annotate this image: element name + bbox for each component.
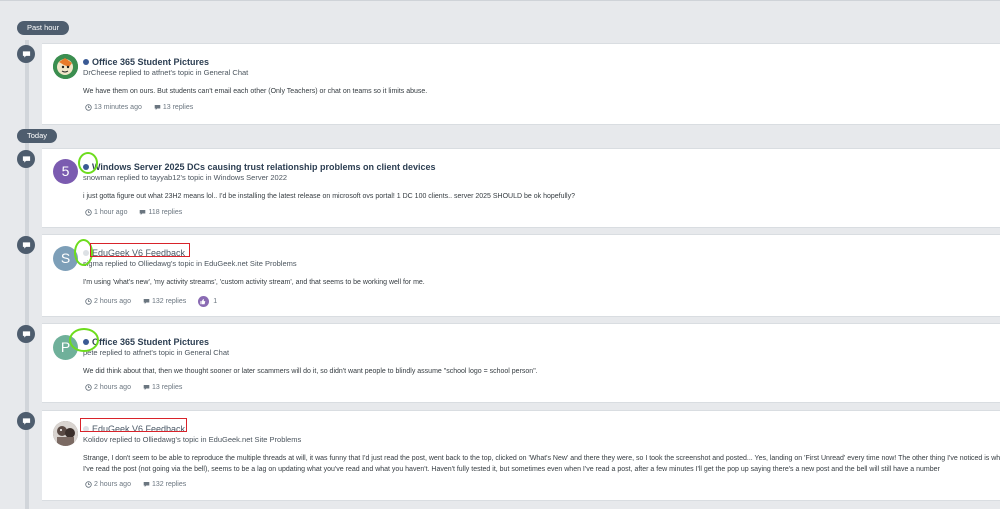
comment-icon: [143, 385, 150, 390]
annotation-green-circle: [69, 328, 99, 352]
item-title-row: Office 365 Student Pictures: [83, 336, 209, 348]
item-replies[interactable]: 132 replies: [143, 481, 186, 488]
item-excerpt: Strange, I don't seem to be able to repr…: [83, 455, 1000, 473]
annotation-red-box: [80, 418, 187, 432]
activity-item: EduGeek V6 Feedback Kolidov replied to O…: [42, 410, 1000, 501]
avatar-kolidov[interactable]: [53, 421, 78, 446]
comment-marker-icon: [17, 45, 35, 63]
item-excerpt: i just gotta figure out what 23H2 means …: [83, 193, 575, 200]
comment-icon: [140, 210, 146, 215]
item-time[interactable]: 2 hours ago: [85, 384, 131, 391]
item-replies[interactable]: 132 replies: [143, 298, 186, 305]
clock-icon: [85, 298, 92, 305]
item-replies[interactable]: 13 replies: [143, 384, 182, 391]
avatar-snowman[interactable]: 5: [53, 159, 78, 184]
avatar-drcheese[interactable]: [53, 54, 78, 79]
item-time[interactable]: 13 minutes ago: [85, 104, 142, 111]
activity-item: Office 365 Student Pictures DrCheese rep…: [42, 43, 1000, 125]
item-replies[interactable]: 13 replies: [154, 104, 193, 111]
item-excerpt: We did think about that, then we thought…: [83, 368, 538, 375]
unread-indicator-icon: [83, 59, 89, 65]
comment-marker-icon: [17, 150, 35, 168]
activity-item: S EduGeek V6 Feedback sigma replied to O…: [42, 234, 1000, 317]
item-subtitle: sigma replied to Olliedawg's topic in Ed…: [83, 259, 297, 268]
item-time[interactable]: 2 hours ago: [85, 481, 131, 488]
item-subtitle: DrCheese replied to atfnet's topic in Ge…: [83, 68, 249, 77]
item-reactions[interactable]: 1: [198, 296, 217, 307]
item-title-link[interactable]: Windows Server 2025 DCs causing trust re…: [92, 162, 436, 172]
item-stats: 2 hours ago 132 replies 1: [85, 296, 229, 307]
item-title-row: Windows Server 2025 DCs causing trust re…: [83, 161, 436, 173]
group-label-past-hour: Past hour: [17, 21, 70, 35]
item-stats: 13 minutes ago 13 replies: [85, 104, 205, 111]
item-time[interactable]: 1 hour ago: [85, 209, 127, 216]
group-label-today: Today: [17, 129, 58, 143]
clock-icon: [85, 481, 92, 488]
comment-icon: [154, 105, 161, 110]
activity-item: P Office 365 Student Pictures pete repli…: [42, 323, 1000, 403]
item-stats: 2 hours ago 132 replies: [85, 481, 198, 488]
clock-icon: [85, 384, 92, 391]
annotation-green-circle: [78, 152, 98, 174]
item-title-link[interactable]: Office 365 Student Pictures: [92, 57, 209, 67]
item-stats: 1 hour ago 118 replies: [85, 209, 194, 216]
activity-item: 5 Windows Server 2025 DCs causing trust …: [42, 148, 1000, 228]
clock-icon: [85, 209, 92, 216]
clock-icon: [85, 104, 92, 111]
item-subtitle: snowman replied to tayyab12's topic in W…: [83, 173, 288, 182]
annotation-red-box: [90, 243, 190, 257]
item-replies[interactable]: 118 replies: [139, 209, 182, 216]
item-time[interactable]: 2 hours ago: [85, 298, 131, 305]
item-subtitle: pete replied to atfnet's topic in Genera…: [83, 348, 230, 357]
comment-icon: [143, 482, 150, 487]
item-title-link[interactable]: Office 365 Student Pictures: [92, 337, 209, 347]
item-title-row: Office 365 Student Pictures: [83, 56, 209, 68]
timeline-rail: [25, 40, 29, 509]
thumbs-up-icon: [198, 296, 210, 307]
item-excerpt: We have them on ours. But students can't…: [83, 88, 428, 95]
comment-marker-icon: [17, 412, 35, 430]
item-stats: 2 hours ago 13 replies: [85, 384, 194, 391]
comment-icon: [143, 299, 150, 304]
top-border: [0, 0, 1000, 1]
item-excerpt: I'm using 'what's new', 'my activity str…: [83, 279, 425, 286]
comment-marker-icon: [17, 236, 35, 254]
item-subtitle: Kolidov replied to Olliedawg's topic in …: [83, 435, 302, 444]
comment-marker-icon: [17, 325, 35, 343]
